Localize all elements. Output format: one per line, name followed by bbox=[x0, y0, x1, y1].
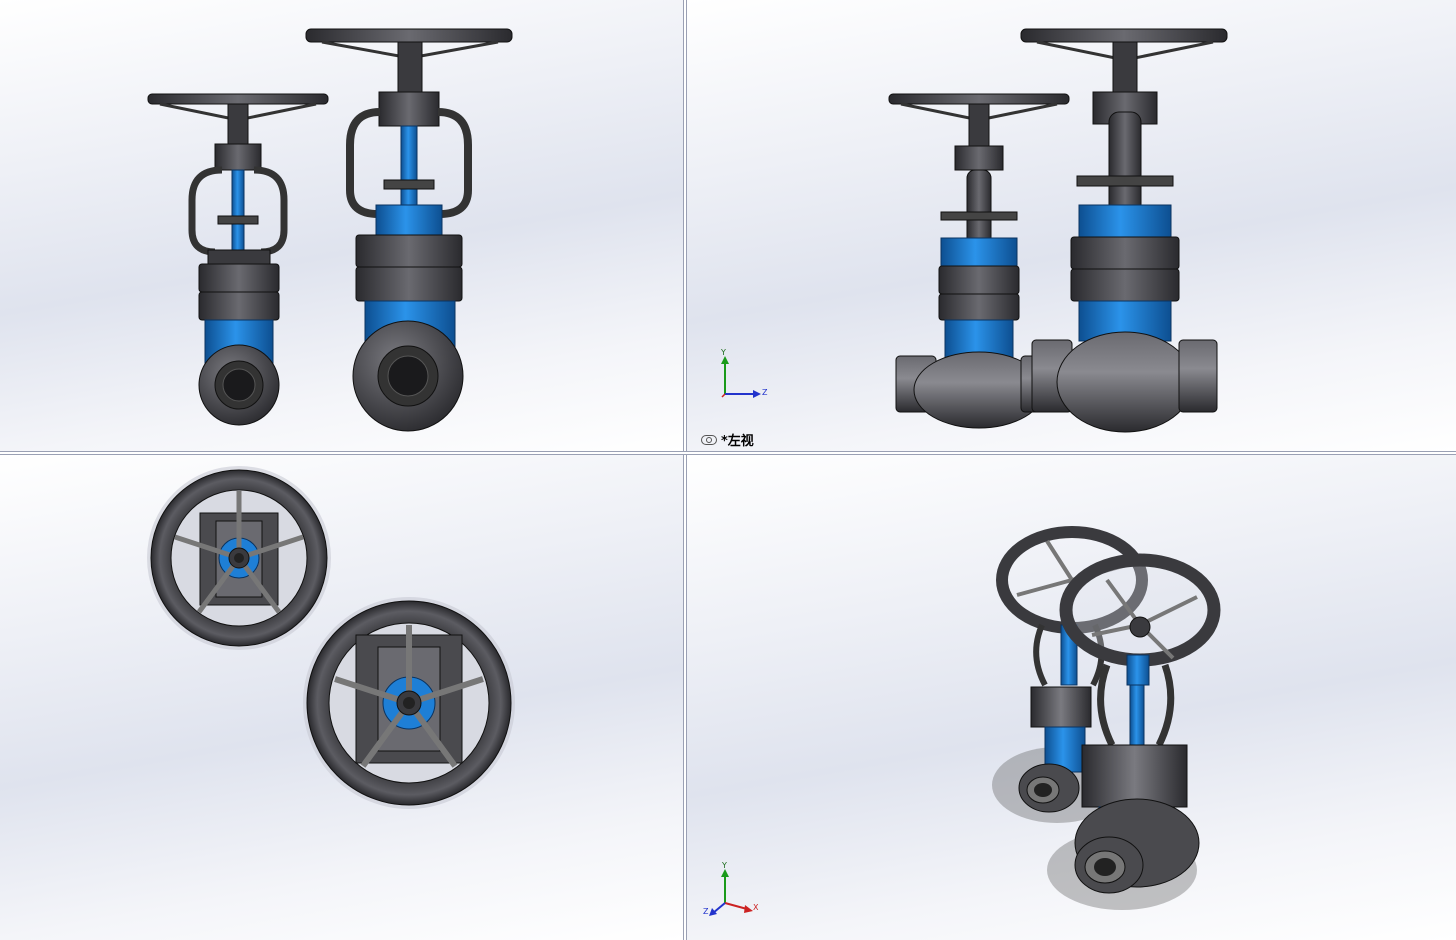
triad-y-label: Y bbox=[721, 348, 726, 357]
small-valve-front bbox=[147, 93, 329, 426]
viewport-top[interactable] bbox=[0, 455, 683, 940]
isometric-view-model bbox=[992, 526, 1221, 910]
coordinate-triad-iso: Y Z X bbox=[703, 861, 763, 919]
link-icon bbox=[701, 434, 717, 445]
large-handwheel-top bbox=[303, 597, 515, 809]
coordinate-triad-left: Y Z bbox=[715, 348, 775, 402]
top-view-model bbox=[147, 466, 515, 809]
view-name-text: *左视 bbox=[721, 434, 754, 449]
triad-iso-x-label: X bbox=[753, 903, 759, 912]
small-handwheel-top bbox=[147, 466, 331, 650]
triad-z-label: Z bbox=[762, 388, 768, 397]
viewport-front[interactable] bbox=[0, 0, 683, 451]
triad-iso-z-label: Z bbox=[703, 907, 709, 916]
large-valve-left bbox=[1020, 28, 1228, 433]
viewport-splitter-horizontal[interactable] bbox=[0, 451, 1456, 455]
viewport-left[interactable]: Y Z *左视 bbox=[687, 0, 1456, 451]
triad-iso-y-label: Y bbox=[722, 861, 727, 870]
left-view-model bbox=[888, 28, 1228, 433]
viewport-splitter-vertical[interactable] bbox=[683, 0, 687, 940]
viewport-isometric[interactable]: Y Z X bbox=[687, 455, 1456, 940]
large-valve-front bbox=[305, 28, 513, 432]
view-name-label: *左视 bbox=[701, 430, 754, 449]
front-view-model bbox=[147, 28, 513, 432]
